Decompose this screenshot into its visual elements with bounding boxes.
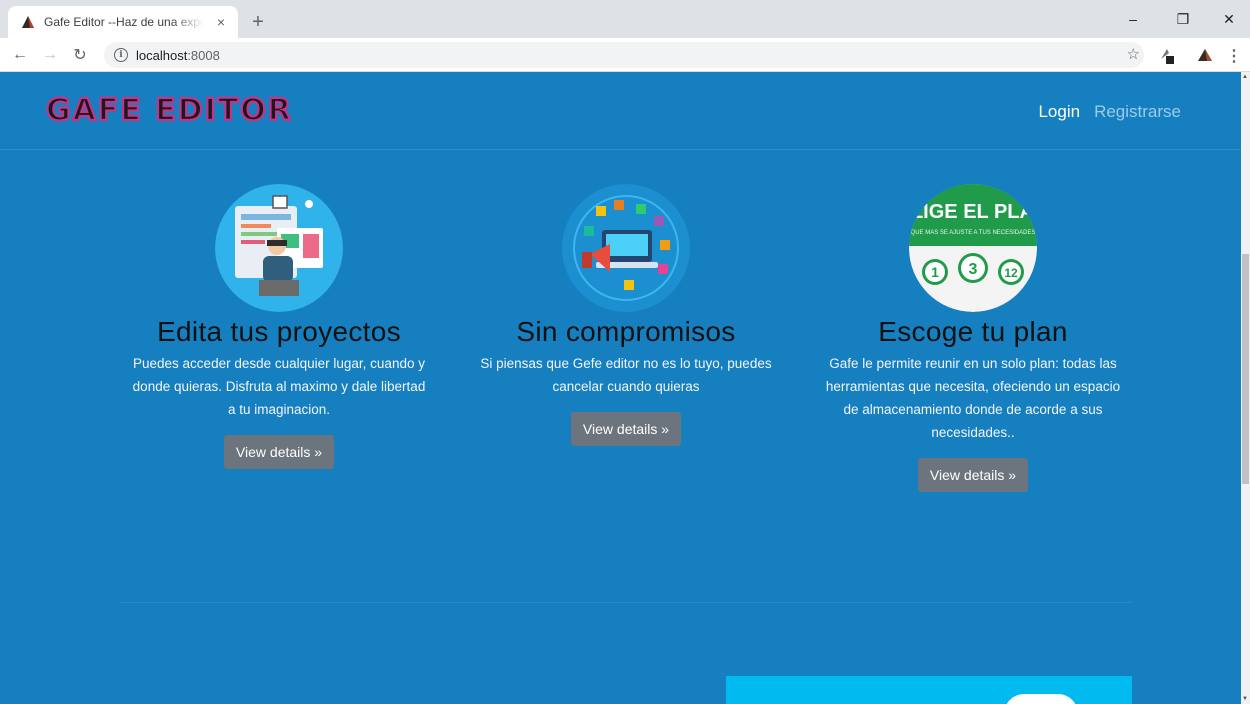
profile-extension-icon[interactable] bbox=[1196, 47, 1214, 65]
close-window-button[interactable]: ✕ bbox=[1206, 0, 1250, 38]
feature-no-commitment: Sin compromisos Si piensas que Gefe edit… bbox=[466, 184, 786, 446]
feature-image-developer bbox=[215, 184, 343, 312]
feature-title: Sin compromisos bbox=[516, 316, 736, 347]
register-link[interactable]: Registrarse bbox=[1094, 102, 1181, 122]
login-link[interactable]: Login bbox=[1038, 102, 1080, 122]
extension-icon[interactable] bbox=[1158, 47, 1176, 65]
site-logo[interactable]: GAFE EDITOR bbox=[44, 90, 314, 131]
page-scrollbar[interactable]: ▲ ▼ bbox=[1241, 72, 1250, 704]
bookmark-star-icon[interactable]: ☆ bbox=[1127, 45, 1140, 63]
forward-arrow-icon[interactable]: → bbox=[38, 43, 62, 67]
tab-close-icon[interactable]: × bbox=[212, 13, 230, 31]
cloud-shape bbox=[1004, 694, 1078, 704]
scroll-down-icon[interactable]: ▼ bbox=[1242, 696, 1248, 702]
url-host: localhost bbox=[136, 47, 188, 63]
restore-button[interactable]: ❐ bbox=[1160, 0, 1206, 38]
feature-title: Escoge tu plan bbox=[878, 316, 1068, 347]
feature-image-plans: ELIGE EL PLAN QUE MAS SE AJUSTE A TUS NE… bbox=[909, 184, 1037, 312]
new-tab-button[interactable]: + bbox=[246, 10, 270, 34]
scroll-thumb[interactable] bbox=[1242, 254, 1249, 484]
featurette-image bbox=[726, 676, 1132, 704]
browser-menu-icon[interactable]: ⋮ bbox=[1226, 46, 1242, 66]
site-navbar: GAFE EDITOR Login Registrarse bbox=[0, 72, 1241, 150]
feature-title: Edita tus proyectos bbox=[157, 316, 401, 347]
browser-tab[interactable]: Gafe Editor --Haz de una experie × bbox=[8, 6, 238, 38]
view-details-button[interactable]: View details » bbox=[223, 435, 335, 469]
section-divider bbox=[120, 602, 1132, 603]
feature-description: Si piensas que Gefe editor no es lo tuyo… bbox=[480, 356, 772, 394]
back-arrow-icon[interactable]: ← bbox=[8, 43, 32, 67]
minimize-button[interactable]: – bbox=[1110, 0, 1156, 38]
page-viewport: GAFE EDITOR Login Registrarse Edita tus … bbox=[0, 72, 1241, 704]
plan-heading: ELIGE EL PLAN bbox=[909, 201, 1037, 223]
browser-toolbar: ← → ↻ i localhost:8008 ☆ ⋮ bbox=[0, 38, 1250, 72]
feature-image-megaphone bbox=[562, 184, 690, 312]
plan-subheading: QUE MAS SE AJUSTE A TUS NECESIDADES bbox=[911, 230, 1036, 236]
view-details-button[interactable]: View details » bbox=[570, 412, 682, 446]
feature-edit-projects: Edita tus proyectos Puedes acceder desde… bbox=[119, 184, 439, 469]
logo-text: GAFE EDITOR bbox=[46, 93, 293, 126]
view-details-button[interactable]: View details » bbox=[917, 458, 1029, 492]
url-port: :8008 bbox=[187, 47, 220, 63]
scroll-up-icon[interactable]: ▲ bbox=[1242, 74, 1248, 80]
feature-description: Puedes acceder desde cualquier lugar, cu… bbox=[132, 356, 426, 417]
plan-number-3: 12 bbox=[1004, 266, 1018, 280]
site-info-icon[interactable]: i bbox=[114, 48, 128, 62]
feature-description: Gafe le permite reunir en un solo plan: … bbox=[825, 356, 1121, 440]
browser-tabstrip: Gafe Editor --Haz de una experie × + – ❐… bbox=[0, 0, 1250, 38]
nav-links: Login Registrarse bbox=[1038, 102, 1181, 122]
site-favicon-icon bbox=[20, 14, 36, 30]
url-text: localhost:8008 bbox=[136, 48, 220, 63]
feature-choose-plan: ELIGE EL PLAN QUE MAS SE AJUSTE A TUS NE… bbox=[813, 184, 1133, 492]
plan-number-2: 3 bbox=[969, 261, 978, 278]
reload-icon[interactable]: ↻ bbox=[68, 43, 92, 67]
address-bar[interactable]: i localhost:8008 ☆ bbox=[104, 42, 1144, 68]
tab-title: Gafe Editor --Haz de una experie bbox=[44, 15, 204, 29]
plan-number-1: 1 bbox=[931, 264, 939, 280]
